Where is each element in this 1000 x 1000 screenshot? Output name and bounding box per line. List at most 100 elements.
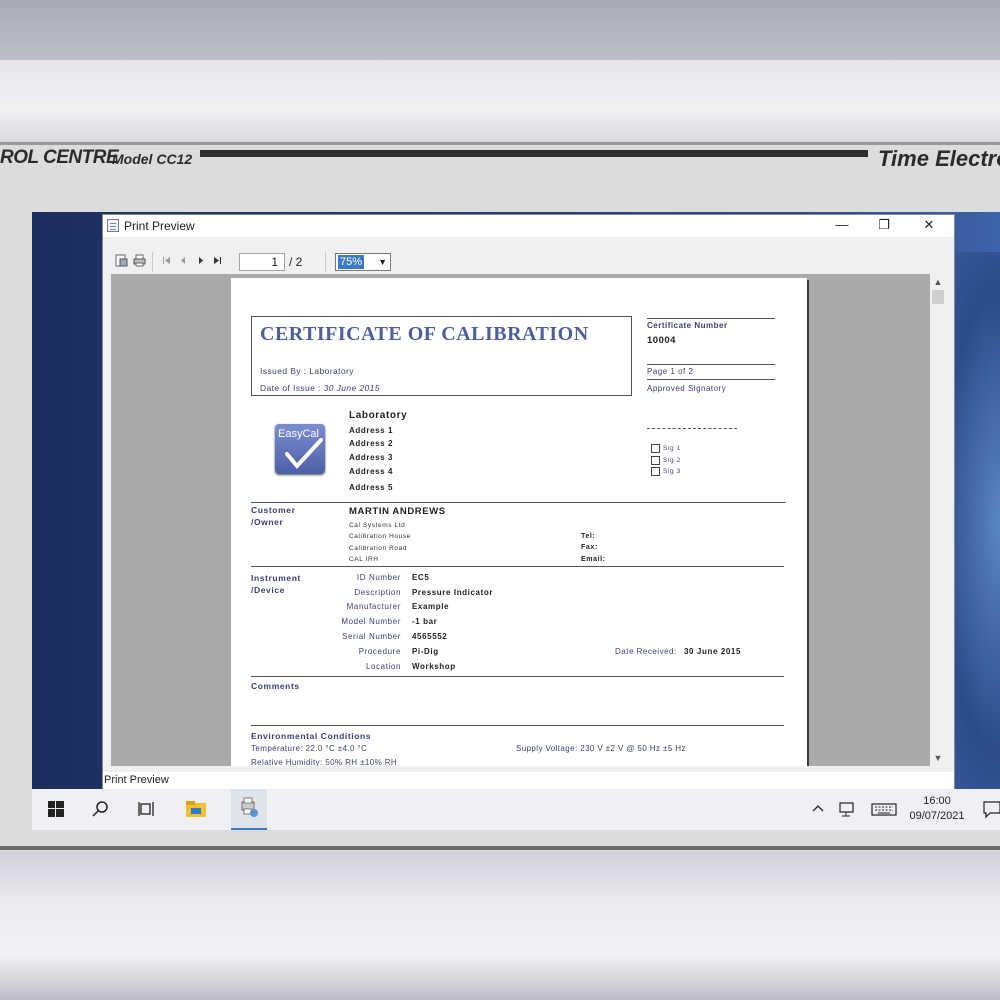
divider [647, 318, 775, 319]
preview-viewport: CERTIFICATE OF CALIBRATION Issued By : L… [111, 274, 930, 766]
print-preview-taskbar-button[interactable] [231, 789, 267, 830]
humidity-text: Relative Humidity: 50% RH ±10% RH [251, 758, 398, 766]
lab-address-line: Address 3 [349, 453, 394, 462]
field-value: Pi-Dig [412, 647, 439, 656]
divider [251, 725, 784, 726]
keyboard-icon[interactable] [869, 797, 899, 821]
date-received-label: Date Received: [615, 647, 677, 656]
tel-label: Tel: [581, 533, 596, 540]
restore-button[interactable]: ❐ [861, 215, 907, 237]
approved-signatory-label: Approved Signatory [647, 384, 727, 393]
easycal-logo: EasyCal [275, 424, 325, 474]
date-of-issue: Date of Issue : 30 June 2015 [260, 383, 380, 393]
sig-checkbox-row[interactable]: Sig 1 [651, 444, 681, 453]
scroll-up-icon[interactable]: ▲ [930, 274, 946, 290]
field-value: 4565552 [412, 632, 448, 641]
divider [251, 676, 784, 677]
lab-address-line: Address 5 [349, 483, 394, 492]
divider [647, 364, 775, 365]
bezel-top [0, 0, 1000, 60]
print-preview-window: Print Preview — ❐ ✕ 1 / 2 75% ▼ CERTIFIC… [102, 214, 955, 790]
vertical-scrollbar[interactable]: ▲ ▼ [930, 274, 946, 766]
certificate-title: CERTIFICATE OF CALIBRATION [260, 323, 589, 345]
checkbox[interactable] [651, 444, 660, 453]
status-bar-text: Print Preview [103, 772, 954, 790]
bezel-band [0, 60, 1000, 145]
next-page-icon[interactable] [194, 254, 207, 267]
panel-model-label: Model CC12 [112, 151, 193, 167]
desktop-screen: Print Preview — ❐ ✕ 1 / 2 75% ▼ CERTIFIC… [32, 212, 1000, 830]
comments-label: Comments [251, 681, 300, 691]
signature-line [647, 428, 737, 429]
windows-start-icon[interactable] [44, 797, 68, 821]
customer-address-line: Calibration House [349, 533, 411, 540]
network-icon[interactable] [835, 797, 859, 821]
issued-by: Issued By : Laboratory [260, 366, 354, 376]
first-page-icon[interactable] [160, 254, 173, 267]
sig-label: Sig 3 [663, 468, 681, 476]
taskbar-clock[interactable]: 16:00 09/07/2021 [902, 794, 972, 824]
divider [251, 566, 784, 567]
customer-address-line: Cal Systems Ltd [349, 522, 406, 529]
customer-address-line: Calibration Road [349, 545, 408, 552]
lab-address-line: Address 1 [349, 426, 394, 435]
search-icon[interactable] [89, 797, 113, 821]
checkbox[interactable] [651, 456, 660, 465]
previous-page-icon[interactable] [177, 254, 190, 267]
sig-label: Sig 2 [663, 457, 681, 465]
date-of-issue-label: Date of Issue : [260, 383, 324, 393]
minimize-button[interactable]: — [819, 215, 865, 237]
page-setup-icon[interactable] [115, 254, 128, 267]
field-value: -1 bar [412, 617, 438, 626]
zoom-select[interactable]: 75% ▼ [335, 253, 391, 271]
lab-address-line: Address 2 [349, 439, 394, 448]
divider [647, 379, 775, 380]
window-titlebar[interactable]: Print Preview — ❐ ✕ [103, 215, 954, 237]
page-of-label: Page 1 of 2 [647, 367, 694, 376]
scroll-thumb[interactable] [932, 290, 944, 304]
supply-voltage-text: Supply Voltage: 230 V ±2 V @ 50 Hz ±5 Hz [516, 744, 686, 753]
printer-icon [241, 797, 258, 817]
scroll-down-icon[interactable]: ▼ [930, 750, 946, 766]
file-explorer-icon[interactable] [184, 797, 208, 821]
divider [251, 502, 786, 503]
certificate-page: CERTIFICATE OF CALIBRATION Issued By : L… [231, 278, 807, 766]
email-label: Email: [581, 556, 606, 563]
date-of-issue-value: 30 June 2015 [323, 383, 380, 393]
certificate-number-label: Certificate Number [647, 321, 728, 330]
notification-icon[interactable] [980, 797, 1000, 821]
field-label: Location [365, 662, 401, 671]
panel-brand: Time Electro [878, 146, 1000, 171]
customer-name: MARTIN ANDREWS [349, 506, 446, 517]
taskbar: 16:00 09/07/2021 [32, 789, 1000, 830]
owner-label: /Owner [251, 517, 284, 527]
bezel-bottom [0, 852, 1000, 1000]
close-button[interactable]: ✕ [906, 215, 952, 237]
clock-time: 16:00 [923, 795, 951, 807]
lab-address-line: Address 4 [349, 467, 394, 476]
sig-checkbox-row[interactable]: Sig 3 [651, 467, 681, 476]
field-label: Procedure [358, 647, 401, 656]
chevron-up-icon[interactable] [806, 797, 830, 821]
sig-label: Sig 1 [663, 445, 681, 453]
environment-label: Environmental Conditions [251, 731, 372, 741]
page-total-label: / 2 [289, 255, 303, 269]
field-label: Description [354, 588, 401, 597]
sig-checkbox-row[interactable]: Sig 2 [651, 456, 681, 465]
page-number-input[interactable]: 1 [239, 253, 285, 271]
field-value: EC5 [412, 573, 430, 582]
window-title: Print Preview [124, 219, 195, 233]
print-icon[interactable] [133, 254, 146, 267]
chevron-down-icon: ▼ [378, 257, 387, 267]
last-page-icon[interactable] [211, 254, 224, 267]
lab-name: Laboratory [349, 410, 408, 421]
certificate-number: 10004 [647, 335, 676, 346]
certificate-header-box: CERTIFICATE OF CALIBRATION Issued By : L… [251, 316, 632, 396]
customer-section-label: Customer/Owner [251, 504, 295, 528]
checkbox[interactable] [651, 467, 660, 476]
task-view-icon[interactable] [135, 797, 159, 821]
temperature-text: Temperature: 22.0 °C ±4.0 °C [251, 744, 368, 753]
field-label: Serial Number [342, 632, 401, 641]
customer-address-line: CAL IRH [349, 556, 379, 563]
field-label: Manufacturer [346, 602, 401, 611]
